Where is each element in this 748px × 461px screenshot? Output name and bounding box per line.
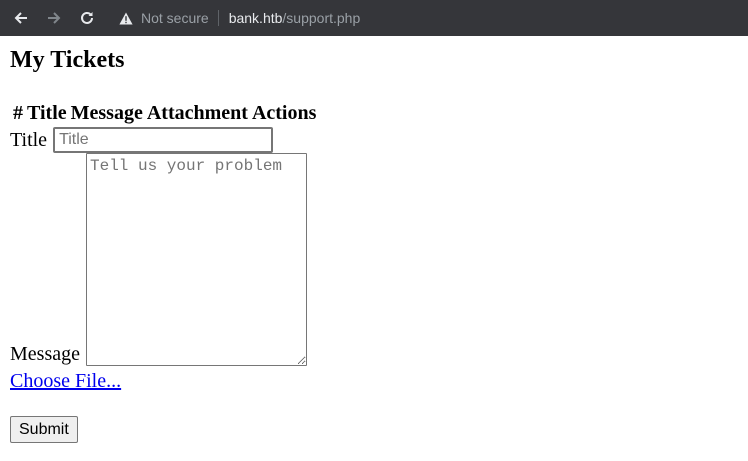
url-path: /support.php: [282, 10, 361, 26]
tickets-table: # Title Message Attachment Actions: [10, 99, 319, 127]
message-label: Message: [10, 343, 80, 365]
address-divider: [217, 10, 219, 26]
back-arrow-icon[interactable]: [11, 8, 31, 28]
new-ticket-form: Title Message Choose File... Submit: [10, 127, 738, 443]
forward-arrow-icon[interactable]: [44, 8, 64, 28]
reload-icon[interactable]: [77, 8, 97, 28]
page-content: My Tickets # Title Message Attachment Ac…: [0, 45, 748, 443]
page-title: My Tickets: [10, 47, 125, 73]
title-row: Title: [10, 127, 738, 153]
submit-wrap: Submit: [10, 416, 738, 443]
column-header-title: Title: [27, 102, 67, 124]
message-textarea[interactable]: [85, 153, 307, 366]
column-header-attachment: Attachment: [146, 102, 248, 124]
column-header-actions: Actions: [251, 102, 317, 124]
warning-icon[interactable]: [119, 12, 133, 25]
address-bar[interactable]: Not secure bank.htb/support.php: [119, 0, 360, 36]
security-label[interactable]: Not secure: [141, 10, 209, 26]
title-label: Title: [10, 128, 48, 151]
column-header-message: Message: [70, 102, 143, 124]
url-host: bank.htb: [228, 10, 283, 26]
url-text[interactable]: bank.htb/support.php: [229, 10, 361, 26]
title-input[interactable]: [53, 127, 274, 153]
column-header-number: #: [13, 102, 23, 124]
message-row: Message: [10, 153, 738, 366]
choose-file-link[interactable]: Choose File...: [10, 370, 121, 393]
browser-toolbar: Not secure bank.htb/support.php: [0, 0, 748, 36]
table-header-row: # Title Message Attachment Actions: [12, 101, 317, 125]
submit-button[interactable]: Submit: [10, 416, 78, 443]
